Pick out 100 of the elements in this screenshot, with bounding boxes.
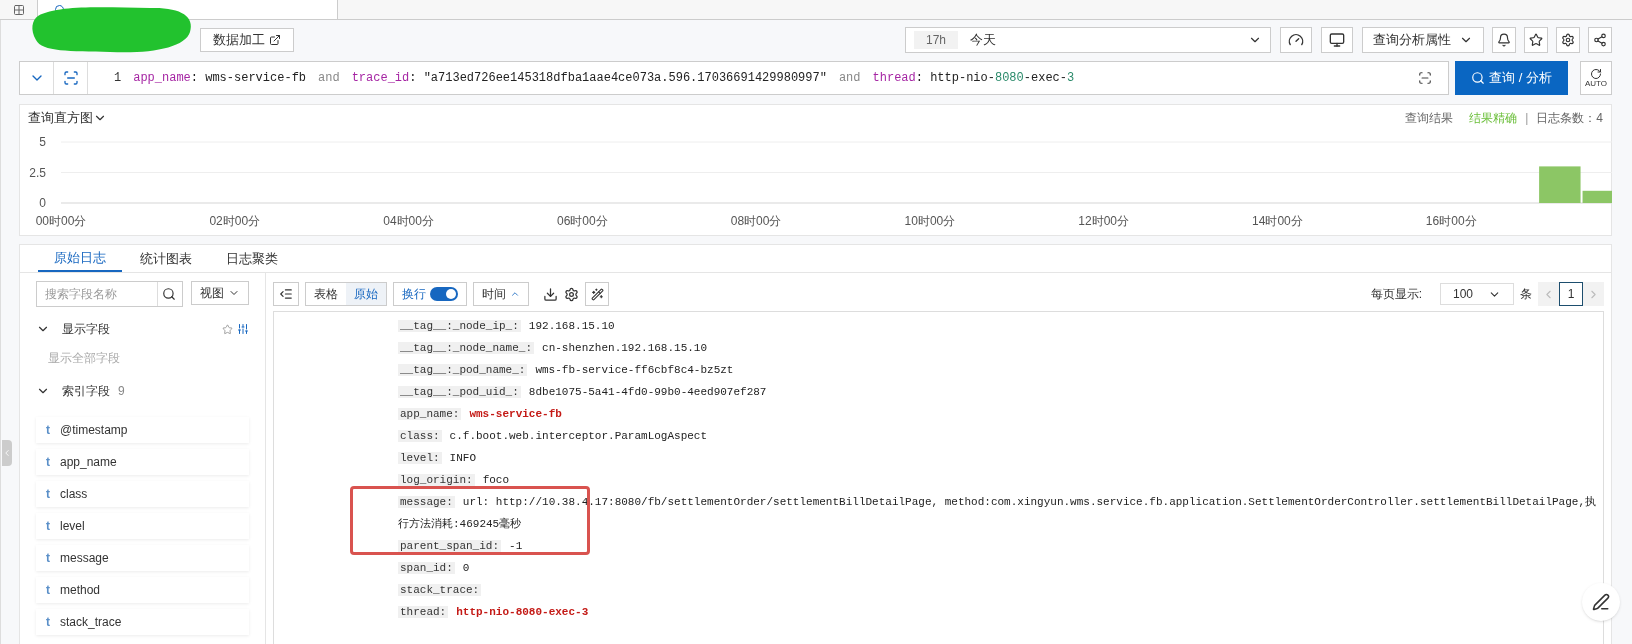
log-line: app_name: wms-service-fb <box>398 407 563 422</box>
share-icon <box>1593 33 1607 47</box>
view-select[interactable]: 视图 <box>191 281 249 305</box>
query-token: and <box>838 70 861 87</box>
auto-refresh-button[interactable]: AUTO <box>1580 61 1612 95</box>
search-icon[interactable] <box>162 287 176 301</box>
grid-icon[interactable] <box>12 3 25 16</box>
field-item[interactable]: t message <box>36 545 249 571</box>
view-toggle[interactable]: 原始 <box>346 283 386 305</box>
log-line: __tag__:_node_name_: cn-shenzhen.192.168.15.10 <box>398 341 709 356</box>
x-tick-label: 16时00分 <box>1425 214 1477 228</box>
external-link-icon <box>269 34 281 46</box>
field-item[interactable]: t app_name <box>36 449 249 475</box>
log-line: level: INFO <box>398 451 477 466</box>
log-line: log_origin: foco <box>398 473 511 488</box>
pencil-icon <box>1592 593 1610 611</box>
field-name: class <box>60 486 88 503</box>
settings-icon[interactable] <box>564 286 579 302</box>
field-type: t <box>46 614 50 631</box>
field-item[interactable]: t stack_trace <box>36 609 249 635</box>
y-tick-label: 5 <box>39 135 46 149</box>
share-button[interactable] <box>1588 27 1612 53</box>
page-number[interactable]: 1 <box>1559 282 1583 306</box>
field-type: t <box>46 486 50 503</box>
field-type: t <box>46 550 50 567</box>
x-tick-label: 10时00分 <box>904 214 956 228</box>
collapse-sidebar-button[interactable] <box>273 282 299 306</box>
format-icon[interactable] <box>1418 71 1433 85</box>
star-icon <box>1529 33 1543 47</box>
sliders-icon[interactable] <box>237 323 249 335</box>
result-label: 查询结果 <box>1405 110 1454 127</box>
log-tab[interactable]: 原始日志 <box>38 245 122 272</box>
time-badge: 17h <box>914 31 959 49</box>
field-item[interactable]: t @timestamp <box>36 417 249 443</box>
field-type: t <box>46 518 50 535</box>
settings-button[interactable] <box>1556 27 1580 53</box>
refresh-icon <box>1590 68 1602 80</box>
view-toggle[interactable]: 表格 <box>306 283 346 305</box>
time-value: 今天 <box>970 31 997 50</box>
target-cursor-icon <box>62 70 79 86</box>
x-tick-label: 06时00分 <box>557 214 608 228</box>
sidebar-toggle[interactable] <box>2 440 12 466</box>
accuracy-status: 结果精确 <box>1469 110 1518 127</box>
tools-button[interactable] <box>585 282 609 306</box>
favorite-button[interactable] <box>1524 27 1548 53</box>
wrap-toggle[interactable]: 换行 <box>393 282 467 306</box>
monitor-icon <box>1329 32 1345 48</box>
y-tick-label: 2.5 <box>29 165 46 180</box>
query-token: : http-nio- <box>915 70 995 87</box>
line-number: 1 <box>114 70 122 87</box>
separator: | <box>1525 110 1529 127</box>
query-analyze-button[interactable]: 查询 / 分析 <box>1455 61 1568 95</box>
x-tick-label: 14时00分 <box>1252 214 1303 228</box>
field-count: 9 <box>118 383 125 400</box>
query-token: and <box>318 70 340 87</box>
download-icon[interactable] <box>543 286 558 302</box>
histogram-title[interactable]: 查询直方图 <box>28 108 93 128</box>
sort-button[interactable]: 时间 <box>473 282 529 306</box>
log-tab[interactable]: 日志聚类 <box>210 245 294 272</box>
log-count: 日志条数：4 <box>1536 110 1603 127</box>
speed-button[interactable] <box>1280 27 1312 53</box>
query-token: 8080 <box>994 70 1024 87</box>
search-icon <box>1471 71 1486 85</box>
field-item[interactable]: t method <box>36 577 249 603</box>
unit-label: 条 <box>1520 286 1532 303</box>
log-tab[interactable]: 统计图表 <box>124 245 208 272</box>
star-icon[interactable] <box>222 323 233 335</box>
search-input[interactable]: 搜索字段名称 <box>37 282 157 306</box>
field-item[interactable]: t level <box>36 513 249 539</box>
data-processing-button[interactable]: 数据加工 <box>200 28 294 52</box>
analysis-settings-button[interactable]: 查询分析属性 <box>1362 27 1484 53</box>
time-range-select[interactable]: 17h 今天 <box>905 27 1271 53</box>
x-tick-label: 12时00分 <box>1078 214 1129 228</box>
bell-icon <box>1497 33 1511 47</box>
alert-button[interactable] <box>1492 27 1516 53</box>
section-title: 索引字段 <box>62 383 110 400</box>
field-search[interactable]: 搜索字段名称 <box>36 281 183 307</box>
field-type: t <box>46 422 50 439</box>
x-tick-label: 00时00分 <box>35 214 87 228</box>
settings-icon <box>1561 33 1575 47</box>
field-name: @timestamp <box>60 422 128 439</box>
per-page-select[interactable]: 100 <box>1440 283 1514 305</box>
query-token: 3 <box>1067 70 1075 87</box>
y-tick-label: 0 <box>39 196 46 210</box>
query-token: thread <box>872 70 916 87</box>
query-token: : "a713ed726ee145318dfba1aae4ce073a.596.17036691429980997" <box>409 70 827 87</box>
log-line: span_id: 0 <box>398 561 471 576</box>
field-item[interactable]: t class <box>36 481 249 507</box>
field-name: level <box>60 518 85 535</box>
query-token: : wms-service-fb <box>190 70 307 87</box>
monitor-button[interactable] <box>1321 27 1353 53</box>
x-tick-label: 02时00分 <box>209 214 261 228</box>
log-line: __tag__:_node_ip_: 192.168.15.10 <box>398 319 616 334</box>
query-token: app_name <box>133 70 191 87</box>
log-line: __tag__:_pod_uid_: 8dbe1075-5a41-4fd0-99b0-4eed907ef287 <box>398 385 768 400</box>
query-bar[interactable]: 1 app_name: wms-service-fb and trace_id: "a713ed726ee145318dfba1aae4ce073a.596.17036691429980997" and thread: http-nio-8080-exec-3 <box>19 61 1450 95</box>
field-name: message <box>60 550 109 567</box>
query-token: trace_id <box>351 70 410 87</box>
field-name: app_name <box>60 454 117 471</box>
log-line: __tag__:_pod_name_: wms-fb-service-ff6cbf8c4-bz5zt <box>398 363 735 378</box>
